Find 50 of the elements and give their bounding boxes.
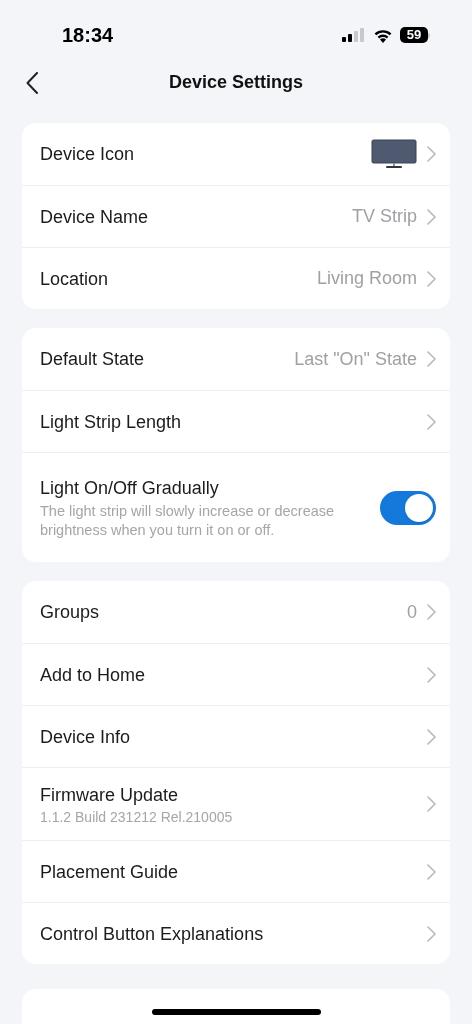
chevron-right-icon bbox=[427, 604, 436, 620]
back-icon[interactable] bbox=[26, 72, 39, 94]
chevron-right-icon bbox=[427, 666, 436, 683]
settings-row[interactable]: Light On/Off Gradually The light strip will slowly increase or decrease brightness when you turn it on or off. bbox=[22, 452, 450, 562]
row-label: Device Name bbox=[40, 205, 149, 229]
chevron-right-icon bbox=[427, 796, 436, 812]
row-value: Living Room bbox=[316, 267, 417, 290]
chevron-right-icon bbox=[427, 351, 436, 367]
settings-row[interactable]: Device Info bbox=[22, 705, 450, 767]
row-label: Light On/Off Gradually bbox=[40, 477, 220, 500]
settings-row[interactable]: Placement Guide bbox=[22, 840, 450, 902]
row-label: Default State bbox=[40, 348, 145, 371]
settings-row[interactable]: Light Strip Length bbox=[22, 390, 450, 452]
chevron-right-icon bbox=[427, 863, 436, 880]
row-label: Firmware Update bbox=[40, 783, 180, 807]
row-description: The light strip will slowly increase or decrease brightness when you turn it on or off. bbox=[40, 502, 336, 539]
chevron-right-icon bbox=[427, 728, 436, 745]
status-time: 18:34 bbox=[62, 23, 114, 48]
settings-row[interactable]: Device Name TV Strip bbox=[22, 185, 450, 247]
wifi-icon bbox=[373, 27, 393, 43]
remove-card[interactable] bbox=[22, 989, 450, 1024]
tv-icon bbox=[371, 139, 417, 169]
row-value: Last "On" State bbox=[294, 347, 417, 371]
battery-icon: 59 bbox=[400, 27, 430, 43]
settings-row[interactable]: Firmware Update 1.1.2 Build 231212 Rel.210005 bbox=[22, 767, 450, 840]
settings-row[interactable]: Add to Home bbox=[22, 643, 450, 705]
row-label: Location bbox=[40, 267, 109, 291]
row-label: Light Strip Length bbox=[40, 410, 182, 434]
page-title: Device Settings bbox=[168, 70, 304, 94]
settings-row[interactable]: Device Icon bbox=[22, 123, 450, 185]
row-value: 0 bbox=[407, 600, 417, 624]
row-label: Device Info bbox=[40, 725, 131, 749]
row-label: Control Button Explanations bbox=[40, 922, 264, 946]
settings-row[interactable]: Location Living Room bbox=[22, 247, 450, 309]
chevron-right-icon bbox=[427, 270, 436, 287]
settings-row[interactable]: Control Button Explanations bbox=[22, 902, 450, 964]
chevron-right-icon bbox=[427, 925, 436, 942]
chevron-right-icon bbox=[427, 208, 436, 225]
settings-row[interactable]: Groups 0 bbox=[22, 581, 450, 643]
toggle-switch[interactable] bbox=[380, 490, 436, 525]
row-label: Groups bbox=[40, 601, 100, 624]
row-description: 1.1.2 Build 231212 Rel.210005 bbox=[40, 807, 233, 826]
row-label: Device Icon bbox=[40, 143, 135, 166]
signal-icon bbox=[342, 28, 366, 42]
row-label: Placement Guide bbox=[40, 860, 179, 884]
row-label: Add to Home bbox=[40, 663, 146, 687]
chevron-right-icon bbox=[427, 413, 436, 430]
row-value: TV Strip bbox=[352, 205, 417, 228]
settings-row[interactable]: Default State Last "On" State bbox=[22, 328, 450, 390]
chevron-right-icon bbox=[427, 146, 436, 162]
